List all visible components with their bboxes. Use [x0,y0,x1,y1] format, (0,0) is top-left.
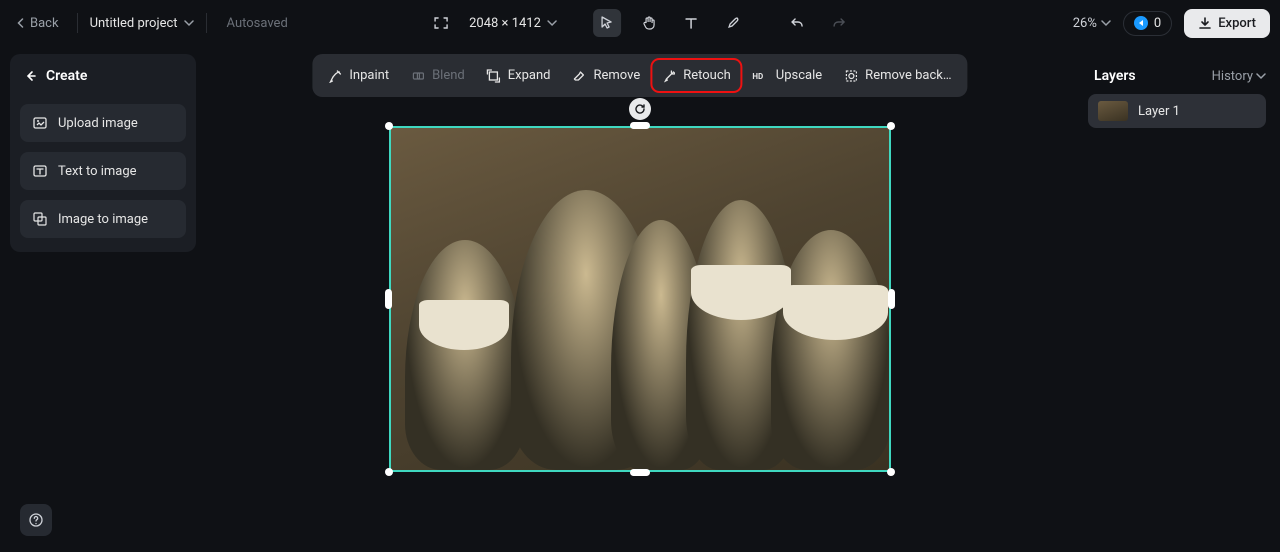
svg-text:HD: HD [753,72,764,81]
separator [77,13,78,33]
chevron-down-icon [184,18,194,28]
credits-count: 0 [1154,16,1161,31]
remove-button[interactable]: Remove [562,60,650,91]
resize-handle-top[interactable] [630,122,650,129]
canvas-area[interactable]: Inpaint Blend Expand Remove Retouch HD U… [196,46,1084,552]
layers-header: Layers History [1084,54,1270,94]
credits-icon [1134,16,1148,30]
image-to-image-icon [32,211,48,227]
resize-handle-left[interactable] [385,289,392,309]
context-toolbar: Inpaint Blend Expand Remove Retouch HD U… [312,54,967,97]
upload-image-button[interactable]: Upload image [20,104,186,142]
create-card: Create Upload image Text to image Image … [10,54,196,252]
resize-handle-br[interactable] [887,468,895,476]
blend-icon [411,69,425,83]
zoom-level: 26% [1073,16,1097,31]
chevron-left-icon [16,18,26,28]
canvas-dimensions: 2048 × 1412 [469,16,541,31]
retouch-icon [662,69,676,83]
inpaint-button[interactable]: Inpaint [318,60,399,91]
regenerate-button[interactable] [629,98,651,120]
pan-tool-button[interactable] [635,9,663,37]
topbar-right: 26% 0 Export [1073,9,1270,38]
expand-icon [487,69,501,83]
fit-screen-button[interactable] [427,9,455,37]
brush-icon [725,15,741,31]
create-title: Create [46,68,87,84]
arrow-left-icon [24,69,38,83]
hand-icon [641,15,657,31]
export-label: Export [1218,16,1256,31]
layer-thumbnail [1098,101,1128,121]
back-button[interactable]: Back [10,12,65,35]
history-dropdown[interactable]: History [1212,69,1266,84]
image-to-image-label: Image to image [58,212,148,227]
left-panel: Create Upload image Text to image Image … [10,54,196,552]
export-button[interactable]: Export [1184,9,1270,38]
inpaint-icon [328,69,342,83]
cursor-icon [599,15,615,31]
top-bar: Back Untitled project Autosaved 2048 × 1… [0,0,1280,46]
remove-background-button[interactable]: Remove back… [834,60,961,91]
remove-bg-icon [844,69,858,83]
eraser-icon [572,69,586,83]
create-header[interactable]: Create [20,66,186,94]
redo-icon [831,15,847,31]
credits-badge[interactable]: 0 [1123,11,1172,36]
undo-button[interactable] [783,9,811,37]
text-tool-button[interactable] [677,9,705,37]
resize-handle-tr[interactable] [887,122,895,130]
upscale-button[interactable]: HD Upscale [743,60,832,91]
text-icon [683,15,699,31]
resize-handle-bottom[interactable] [630,469,650,476]
project-name-dropdown[interactable]: Untitled project [90,16,194,31]
layers-title: Layers [1094,68,1136,84]
chevron-down-icon [547,18,557,28]
hd-icon: HD [753,71,769,81]
upload-image-label: Upload image [58,116,138,131]
zoom-dropdown[interactable]: 26% [1073,16,1111,31]
layer-item[interactable]: Layer 1 [1088,94,1266,128]
expand-button[interactable]: Expand [477,60,561,91]
download-icon [1198,16,1212,30]
fit-screen-icon [433,15,449,31]
chevron-down-icon [1101,18,1111,28]
brush-tool-button[interactable] [719,9,747,37]
text-to-image-label: Text to image [58,164,137,179]
resize-handle-tl[interactable] [385,122,393,130]
canvas-dimensions-dropdown[interactable]: 2048 × 1412 [469,16,557,31]
blend-button[interactable]: Blend [401,60,475,91]
main-area: Create Upload image Text to image Image … [0,46,1280,552]
project-name: Untitled project [90,16,178,31]
canvas-selection[interactable] [389,126,891,472]
resize-handle-right[interactable] [888,289,895,309]
redo-button[interactable] [825,9,853,37]
layer-name: Layer 1 [1138,104,1180,119]
image-upload-icon [32,115,48,131]
canvas-image[interactable] [389,126,891,472]
autosaved-status: Autosaved [227,16,288,31]
separator [206,13,207,33]
help-icon [29,513,43,527]
right-panel: Layers History Layer 1 [1084,54,1270,552]
text-to-image-icon [32,163,48,179]
back-label: Back [30,16,59,31]
refresh-icon [634,103,646,115]
resize-handle-bl[interactable] [385,468,393,476]
help-button[interactable] [20,504,52,536]
retouch-button[interactable]: Retouch [652,60,741,91]
text-to-image-button[interactable]: Text to image [20,152,186,190]
undo-icon [789,15,805,31]
chevron-down-icon [1256,71,1266,81]
image-to-image-button[interactable]: Image to image [20,200,186,238]
topbar-center: 2048 × 1412 [427,0,853,46]
select-tool-button[interactable] [593,9,621,37]
